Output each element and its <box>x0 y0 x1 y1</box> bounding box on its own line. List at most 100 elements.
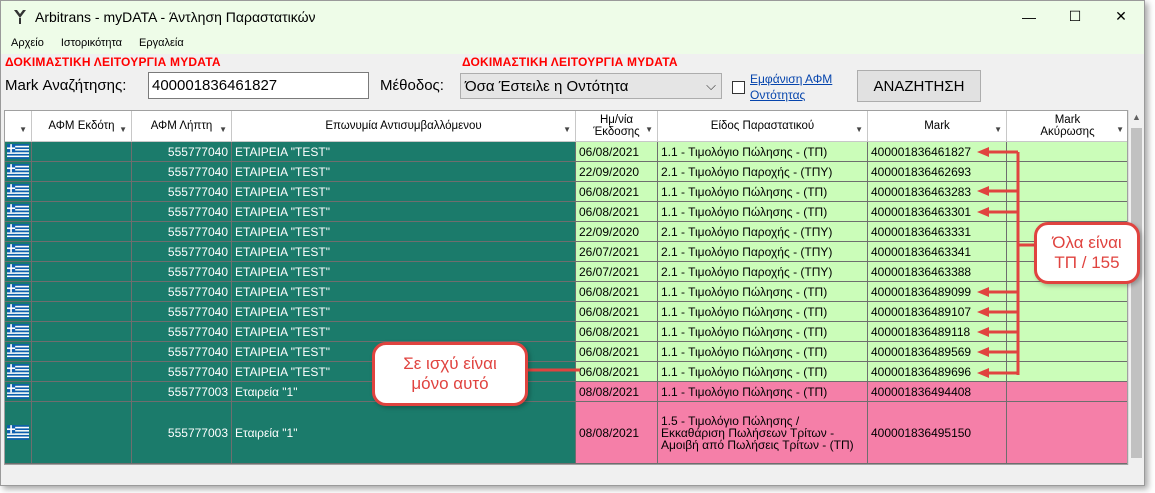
filter-dropdown-icon[interactable]: ▼ <box>994 124 1002 136</box>
table-row[interactable]: 555777040 ΕΤΑΙΡΕΙΑ "TEST" 26/07/2021 2.1 - … <box>5 262 1127 282</box>
row-type-cell[interactable]: 1.5 - Τιμολόγιο Πώλησης / Εκκαθάριση Πωλ… <box>658 402 868 464</box>
table-row[interactable]: 555777040 ΕΤΑΙΡΕΙΑ "TEST" 06/08/2021 1.1 - … <box>5 182 1127 202</box>
show-afm-checkbox[interactable] <box>732 81 745 94</box>
row-receiver-cell[interactable]: 555777040 <box>132 342 232 362</box>
row-mark-cell[interactable]: 400001836494408 <box>868 382 1007 402</box>
row-date-cell[interactable]: 06/08/2021 <box>576 182 658 202</box>
row-flag-cell[interactable] <box>5 162 32 182</box>
row-mark-cell[interactable]: 400001836489569 <box>868 342 1007 362</box>
row-date-cell[interactable]: 06/08/2021 <box>576 142 658 162</box>
table-row[interactable]: 555777040 ΕΤΑΙΡΕΙΑ "TEST" 06/08/2021 1.1 - … <box>5 322 1127 342</box>
row-mark-cell[interactable]: 400001836489099 <box>868 282 1007 302</box>
row-type-cell[interactable]: 2.1 - Τιμολόγιο Παροχής - (ΤΠΥ) <box>658 222 868 242</box>
row-mark-cell[interactable]: 400001836495150 <box>868 402 1007 464</box>
scrollbar-thumb[interactable] <box>1131 128 1142 458</box>
table-row[interactable]: 555777003 Εταιρεία "1" 08/08/2021 1.5 - Τιμ… <box>5 402 1127 464</box>
row-mark-cell[interactable]: 400001836461827 <box>868 142 1007 162</box>
col-header-flag[interactable]: ▼ <box>5 111 32 142</box>
table-row[interactable]: 555777040 ΕΤΑΙΡΕΙΑ "TEST" 06/08/2021 1.1 - … <box>5 142 1127 162</box>
row-receiver-cell[interactable]: 555777040 <box>132 242 232 262</box>
col-header-issue-date[interactable]: Ημ/νία Έκδοσης ▼ <box>576 111 658 142</box>
row-mark-cell[interactable]: 400001836463341 <box>868 242 1007 262</box>
row-name-cell[interactable]: ΕΤΑΙΡΕΙΑ "TEST" <box>232 182 576 202</box>
row-flag-cell[interactable] <box>5 262 32 282</box>
col-header-mark[interactable]: Mark ▼ <box>868 111 1007 142</box>
row-date-cell[interactable]: 08/08/2021 <box>576 382 658 402</box>
maximize-button[interactable]: ☐ <box>1052 1 1098 32</box>
row-issuer-cell[interactable] <box>32 222 132 242</box>
table-row[interactable]: 555777040 ΕΤΑΙΡΕΙΑ "TEST" 06/08/2021 1.1 - … <box>5 202 1127 222</box>
menu-tools[interactable]: Εργαλεία <box>132 37 191 49</box>
row-flag-cell[interactable] <box>5 302 32 322</box>
col-header-receiver-afm[interactable]: ΑΦΜ Λήπτη ▼ <box>132 111 232 142</box>
row-receiver-cell[interactable]: 555777040 <box>132 262 232 282</box>
filter-dropdown-icon[interactable]: ▼ <box>119 124 127 136</box>
row-type-cell[interactable]: 1.1 - Τιμολόγιο Πώλησης - (ΤΠ) <box>658 322 868 342</box>
row-mark-cell[interactable]: 400001836463331 <box>868 222 1007 242</box>
show-afm-link[interactable]: Εμφάνιση ΑΦΜ Οντότητας <box>750 71 832 103</box>
row-cancel-cell[interactable] <box>1007 142 1127 162</box>
row-date-cell[interactable]: 22/09/2020 <box>576 162 658 182</box>
menu-history[interactable]: Ιστορικότητα <box>54 37 129 49</box>
row-issuer-cell[interactable] <box>32 282 132 302</box>
minimize-button[interactable]: — <box>1006 1 1052 32</box>
row-date-cell[interactable]: 06/08/2021 <box>576 322 658 342</box>
row-flag-cell[interactable] <box>5 222 32 242</box>
row-issuer-cell[interactable] <box>32 162 132 182</box>
row-cancel-cell[interactable] <box>1007 382 1127 402</box>
row-receiver-cell[interactable]: 555777040 <box>132 222 232 242</box>
row-issuer-cell[interactable] <box>32 402 132 464</box>
row-issuer-cell[interactable] <box>32 142 132 162</box>
row-flag-cell[interactable] <box>5 242 32 262</box>
row-name-cell[interactable]: ΕΤΑΙΡΕΙΑ "TEST" <box>232 282 576 302</box>
row-flag-cell[interactable] <box>5 182 32 202</box>
row-date-cell[interactable]: 08/08/2021 <box>576 402 658 464</box>
row-flag-cell[interactable] <box>5 362 32 382</box>
row-name-cell[interactable]: ΕΤΑΙΡΕΙΑ "TEST" <box>232 302 576 322</box>
col-header-cancel-mark[interactable]: Mark Ακύρωσης ▼ <box>1007 111 1127 142</box>
row-mark-cell[interactable]: 400001836463283 <box>868 182 1007 202</box>
row-cancel-cell[interactable] <box>1007 162 1127 182</box>
row-name-cell[interactable]: ΕΤΑΙΡΕΙΑ "TEST" <box>232 202 576 222</box>
table-row[interactable]: 555777040 ΕΤΑΙΡΕΙΑ "TEST" 06/08/2021 1.1 - … <box>5 342 1127 362</box>
row-mark-cell[interactable]: 400001836463388 <box>868 262 1007 282</box>
row-mark-cell[interactable]: 400001836462693 <box>868 162 1007 182</box>
table-row[interactable]: 555777040 ΕΤΑΙΡΕΙΑ "TEST" 26/07/2021 2.1 - … <box>5 242 1127 262</box>
row-receiver-cell[interactable]: 555777040 <box>132 142 232 162</box>
row-cancel-cell[interactable] <box>1007 362 1127 382</box>
row-mark-cell[interactable]: 400001836489118 <box>868 322 1007 342</box>
row-mark-cell[interactable]: 400001836489107 <box>868 302 1007 322</box>
table-row[interactable]: 555777040 ΕΤΑΙΡΕΙΑ "TEST" 06/08/2021 1.1 - … <box>5 362 1127 382</box>
row-cancel-cell[interactable] <box>1007 342 1127 362</box>
row-name-cell[interactable]: ΕΤΑΙΡΕΙΑ "TEST" <box>232 242 576 262</box>
row-flag-cell[interactable] <box>5 322 32 342</box>
row-mark-cell[interactable]: 400001836463301 <box>868 202 1007 222</box>
row-date-cell[interactable]: 06/08/2021 <box>576 202 658 222</box>
row-name-cell[interactable]: ΕΤΑΙΡΕΙΑ "TEST" <box>232 162 576 182</box>
row-issuer-cell[interactable] <box>32 362 132 382</box>
row-receiver-cell[interactable]: 555777040 <box>132 322 232 342</box>
row-date-cell[interactable]: 26/07/2021 <box>576 262 658 282</box>
row-date-cell[interactable]: 06/08/2021 <box>576 302 658 322</box>
filter-dropdown-icon[interactable]: ▼ <box>855 124 863 136</box>
mark-search-input[interactable] <box>148 72 369 99</box>
row-receiver-cell[interactable]: 555777040 <box>132 282 232 302</box>
row-cancel-cell[interactable] <box>1007 202 1127 222</box>
col-header-issuer-afm[interactable]: ΑΦΜ Εκδότη ▼ <box>32 111 132 142</box>
row-type-cell[interactable]: 1.1 - Τιμολόγιο Πώλησης - (ΤΠ) <box>658 202 868 222</box>
row-type-cell[interactable]: 1.1 - Τιμολόγιο Πώλησης - (ΤΠ) <box>658 142 868 162</box>
search-button[interactable]: ΑΝΑΖΗΤΗΣΗ <box>857 70 981 102</box>
row-issuer-cell[interactable] <box>32 342 132 362</box>
row-mark-cell[interactable]: 400001836489696 <box>868 362 1007 382</box>
row-receiver-cell[interactable]: 555777040 <box>132 162 232 182</box>
row-name-cell[interactable]: ΕΤΑΙΡΕΙΑ "TEST" <box>232 262 576 282</box>
row-type-cell[interactable]: 1.1 - Τιμολόγιο Πώλησης - (ΤΠ) <box>658 342 868 362</box>
row-type-cell[interactable]: 1.1 - Τιμολόγιο Πώλησης - (ΤΠ) <box>658 182 868 202</box>
row-type-cell[interactable]: 2.1 - Τιμολόγιο Παροχής - (ΤΠΥ) <box>658 262 868 282</box>
row-date-cell[interactable]: 26/07/2021 <box>576 242 658 262</box>
row-type-cell[interactable]: 1.1 - Τιμολόγιο Πώλησης - (ΤΠ) <box>658 302 868 322</box>
row-issuer-cell[interactable] <box>32 182 132 202</box>
row-type-cell[interactable]: 1.1 - Τιμολόγιο Πώλησης - (ΤΠ) <box>658 282 868 302</box>
table-row[interactable]: 555777040 ΕΤΑΙΡΕΙΑ "TEST" 06/08/2021 1.1 - … <box>5 302 1127 322</box>
row-date-cell[interactable]: 06/08/2021 <box>576 282 658 302</box>
